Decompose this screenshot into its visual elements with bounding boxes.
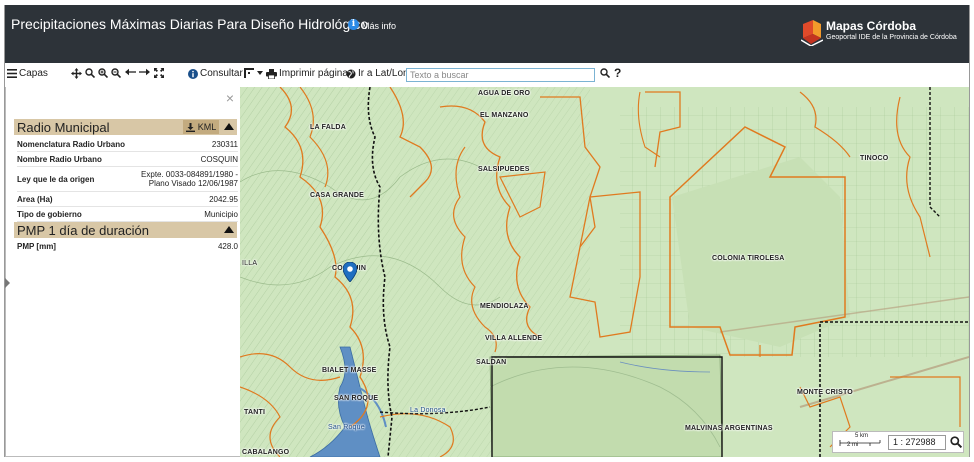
row-value: Municipio [204,210,238,219]
map-label-lake: San Roque [328,424,365,431]
table-row: Tipo de gobierno Municipio [17,208,238,222]
info-circle-icon [188,68,198,79]
map-label-casa-grande: CASA GRANDE [310,192,365,199]
scale-control: 5 km 2 mi 1 : 272988 [832,431,964,453]
map-label-la-donosa: La Donosa [410,407,446,414]
map-label-san-roque: SAN ROQUE [334,395,379,402]
map-label-cabalango: CABALANGO [242,449,290,456]
pan-button[interactable] [71,68,82,79]
map-label-tinoco: TINOCO [860,155,889,162]
printer-icon [266,68,277,79]
row-key: Area (Ha) [17,195,53,204]
section-pmp-header: PMP 1 día de duración [14,222,237,238]
row-key: Ley que le da origen [17,175,95,184]
layers-button[interactable]: Capas [7,68,48,79]
section-radio-municipal-header: Radio Municipal KML [14,119,237,135]
zoom-out-icon [111,68,121,78]
map-label-monte-cristo: MONTE CRISTO [797,389,853,396]
section-title: Radio Municipal [17,120,110,135]
location-marker-icon[interactable] [343,262,357,282]
map-label-bialet-masse: BIALET MASSE [322,367,377,374]
latlon-button[interactable]: Ir a Lat/Lon [346,68,409,79]
search-icon[interactable] [950,436,962,448]
map-label-agua-de-oro: AGUA DE ORO [478,90,531,97]
zoom-in-icon [98,68,108,78]
map-label-illa: ILLA [242,260,258,267]
full-extent-button[interactable] [154,68,164,78]
panel-toggle-handle[interactable] [5,278,10,288]
table-row: Nomenclatura Radio Urbano 230311 [17,138,238,152]
table-row: PMP [mm] 428.0 [17,240,238,253]
map-label-mendiolaza: MENDIOLAZA [480,303,529,310]
back-button[interactable] [125,68,136,76]
map-view[interactable]: AGUA DE ORO LA FALDA EL MANZANO TINOCO S… [240,87,969,457]
more-info-link[interactable]: Más info [362,21,396,31]
zoom-out-button[interactable] [111,68,121,78]
table-row: Area (Ha) 2042.95 [17,193,238,207]
print-button[interactable]: Imprimir página [266,68,348,79]
info-icon[interactable]: i [348,19,359,30]
help-button[interactable]: ? [614,66,621,80]
globe-icon [346,69,356,78]
arrow-left-icon [125,68,136,76]
brand-flag-icon [801,20,823,46]
row-key: Tipo de gobierno [17,210,82,219]
table-row: Ley que le da origen Expte. 0033-084891/… [17,168,238,192]
kml-label: KML [197,122,217,132]
layers-label: Capas [19,68,48,79]
row-value: 2042.95 [209,195,238,204]
zoom-button[interactable] [85,68,95,78]
info-panel: × Radio Municipal KML Nomenclatura Radio… [5,87,240,457]
row-value: 428.0 [217,242,238,251]
collapse-section-button[interactable] [224,226,234,233]
select-tool-button[interactable] [244,68,263,78]
forward-button[interactable] [139,68,150,76]
print-label: Imprimir página [279,68,348,79]
app-header: Precipitaciones Máximas Diarias Para Dis… [5,5,969,63]
map-label-colonia-tirolesa: COLONIA TIROLESA [712,255,785,262]
map-label-malvinas-argentinas: MALVINAS ARGENTINAS [685,425,773,432]
download-icon [185,122,195,132]
map-label-villa-allende: VILLA ALLENDE [485,335,543,342]
query-label: Consultar [200,68,243,79]
row-value: COSQUIN [200,155,238,164]
query-button[interactable]: Consultar [188,68,243,79]
expand-icon [154,68,164,78]
kml-download-button[interactable]: KML [183,120,219,134]
map-label-el-manzano: EL MANZANO [480,112,529,119]
hamburger-icon [7,69,17,78]
toolbar: Capas Consultar Imprimir página Ir a Lat… [5,63,969,87]
scale-km-label: 5 km [855,433,869,439]
map-label-la-falda: LA FALDA [310,124,346,131]
row-key: Nomenclatura Radio Urbano [17,140,126,149]
arrow-right-icon [139,68,150,76]
row-key: PMP [mm] [17,242,56,251]
close-panel-button[interactable]: × [226,90,234,106]
brand-name: Mapas Córdoba [826,19,917,33]
search-input[interactable] [406,68,595,82]
map-label-tanti: TANTI [244,409,266,416]
scale-mi-label: 2 mi [847,442,859,448]
select-area-icon [244,68,254,78]
collapse-section-button[interactable] [224,123,234,130]
latlon-label: Ir a Lat/Lon [358,68,409,79]
row-value: Expte. 0033-084891/1980 - Plano Visado 1… [141,170,238,188]
pan-icon [71,68,82,79]
row-value: 230311 [211,140,238,149]
map-label-saldan: SALDAN [476,359,507,366]
frame-right [969,5,970,457]
zoom-in-button[interactable] [98,68,108,78]
brand-subtitle: Geoportal IDE de la Provincia de Córdoba [826,34,957,41]
caret-down-icon [257,71,263,75]
app-title: Precipitaciones Máximas Diarias Para Dis… [11,16,369,32]
row-key: Nombre Radio Urbano [17,155,102,164]
brand-logo[interactable]: Mapas Córdoba Geoportal IDE de la Provin… [801,17,961,51]
map-label-salsipuedes: SALSIPUEDES [478,166,530,173]
table-row: Nombre Radio Urbano COSQUIN [17,153,238,167]
magnifier-icon [85,68,95,78]
section-title: PMP 1 día de duración [17,223,150,238]
scale-ratio-input[interactable]: 1 : 272988 [888,435,946,450]
search-button[interactable] [600,68,610,78]
search-icon [600,68,610,78]
